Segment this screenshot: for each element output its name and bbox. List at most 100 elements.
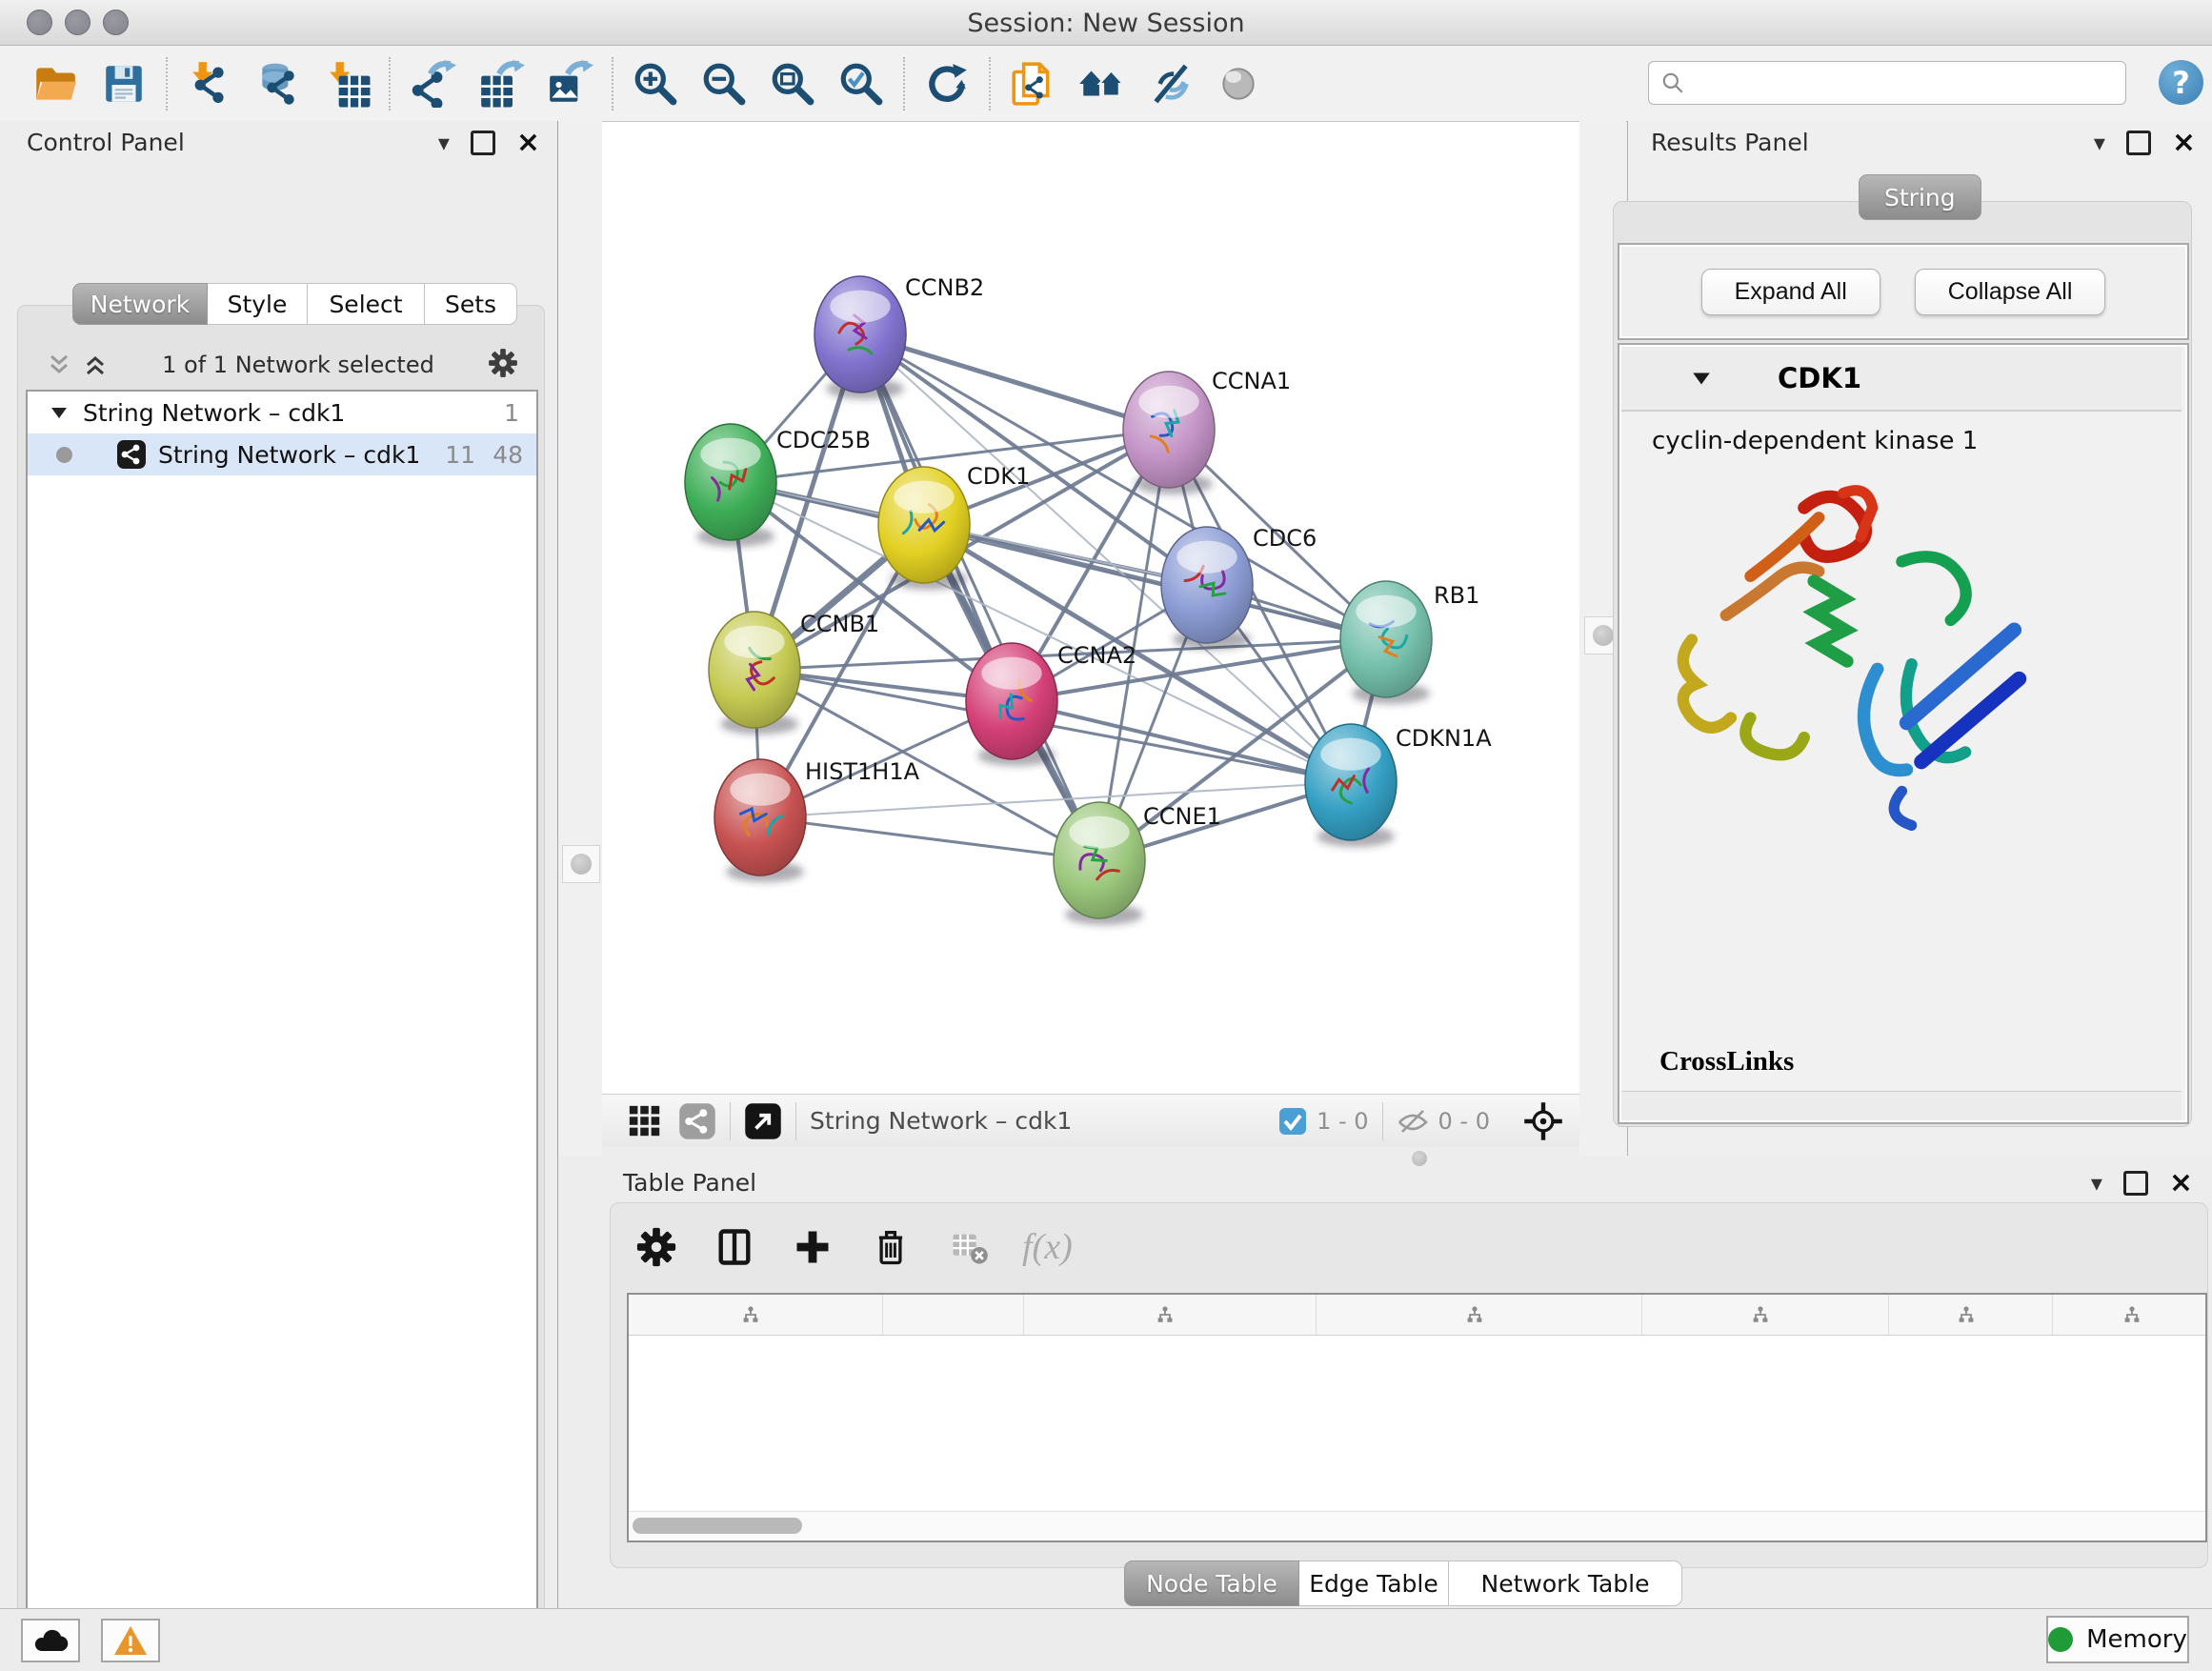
import-network-from-file-icon — [186, 60, 233, 108]
refresh-layout-button[interactable] — [913, 53, 981, 114]
zoom-in-button[interactable] — [621, 53, 690, 114]
table-horizontal-scrollbar[interactable] — [629, 1511, 2205, 1540]
scrollbar-thumb[interactable] — [633, 1518, 802, 1534]
export-image-button[interactable] — [535, 53, 604, 114]
export-table-button[interactable] — [467, 53, 535, 114]
control-panel-menu-icon[interactable]: ▾ — [438, 131, 450, 154]
selected-nodes-checkbox-icon[interactable] — [1278, 1107, 1307, 1136]
table-options-gear-icon[interactable] — [632, 1222, 681, 1272]
section-expander-icon[interactable] — [1690, 367, 1713, 390]
help-button[interactable]: ? — [2159, 60, 2203, 105]
results-panel-close-icon[interactable]: × — [2172, 129, 2196, 157]
control-panel-float-icon[interactable] — [471, 131, 495, 155]
table-cell — [1639, 1336, 1884, 1376]
network-node-CCNB1[interactable]: CCNB1 — [709, 611, 879, 735]
network-node-CCNB2[interactable]: CCNB2 — [814, 274, 984, 399]
column-header-name[interactable] — [883, 1295, 1024, 1335]
show-columns-icon[interactable] — [710, 1222, 759, 1272]
import-network-from-database-button[interactable] — [244, 53, 312, 114]
results-panel-float-icon[interactable] — [2126, 131, 2151, 155]
network-edge[interactable] — [760, 782, 1351, 817]
cloud-button[interactable] — [21, 1619, 80, 1662]
delete-column-trash-icon[interactable] — [866, 1222, 915, 1272]
table-panel-close-icon[interactable]: × — [2169, 1169, 2193, 1198]
table-panel-menu-icon[interactable]: ▾ — [2091, 1172, 2102, 1195]
hide-graphics-details-button[interactable] — [1136, 53, 1204, 114]
expand-all-networks-icon[interactable] — [81, 351, 110, 379]
column-header-id[interactable] — [1889, 1295, 2053, 1335]
share-view-icon[interactable] — [678, 1102, 716, 1140]
grid-view-icon[interactable] — [627, 1103, 663, 1139]
node-table[interactable] — [627, 1293, 2207, 1542]
network-node-CDK1[interactable]: CDK1 — [878, 463, 1030, 590]
network-node-CDKN1A[interactable]: CDKN1A — [1305, 724, 1492, 847]
network-node-CCNA2[interactable]: CCNA2 — [966, 642, 1136, 766]
collapse-all-button[interactable]: Collapse All — [1915, 269, 2106, 315]
column-type-icon — [741, 1305, 760, 1324]
result-section-header[interactable]: CDK1 — [1621, 347, 2182, 412]
network-edge[interactable] — [760, 817, 1099, 860]
network-collection-row[interactable]: String Network – cdk1 1 — [28, 392, 536, 433]
hide-graphics-details-icon — [1146, 60, 1194, 108]
import-network-from-file-button[interactable] — [175, 53, 244, 114]
network-options-gear-icon[interactable] — [487, 347, 519, 383]
column-header-description[interactable] — [1642, 1295, 1889, 1335]
column-header-namespace[interactable] — [2053, 1295, 2207, 1335]
network-graph[interactable]: CCNB2 CCNA1 CDC25B CDK1 CDC6 RB1 — [602, 122, 1579, 1095]
zoom-selected-region-button[interactable] — [827, 53, 895, 114]
network-type-icon — [116, 439, 147, 470]
clone-network-button[interactable] — [998, 53, 1067, 114]
results-panel-menu-icon[interactable]: ▾ — [2094, 131, 2105, 154]
save-session-button[interactable] — [90, 53, 158, 114]
tree-expander-icon[interactable] — [49, 402, 70, 423]
network-node-count: 11 — [445, 441, 475, 469]
network-node-CDC25B[interactable]: CDC25B — [685, 424, 871, 547]
column-header-databaseidentifier[interactable] — [1317, 1295, 1642, 1335]
bottom-splitter-handle[interactable] — [1407, 1148, 1432, 1169]
network-node-CCNE1[interactable]: CCNE1 — [1054, 802, 1221, 925]
create-column-icon[interactable] — [788, 1222, 837, 1272]
open-session-button[interactable] — [21, 53, 90, 114]
warning-button[interactable] — [101, 1619, 160, 1662]
control-panel-close-icon[interactable]: × — [516, 129, 540, 157]
title-bar: Session: New Session — [0, 0, 2212, 46]
results-list: CDK1 cyclin-dependent kinase 1 — [1618, 343, 2189, 1124]
tab-style[interactable]: Style — [208, 283, 308, 325]
network-node-RB1[interactable]: RB1 — [1340, 581, 1479, 704]
zoom-fit-content-button[interactable] — [758, 53, 827, 114]
search-input[interactable] — [1685, 66, 2125, 100]
left-splitter[interactable] — [558, 121, 602, 1156]
export-table-icon — [477, 60, 525, 108]
zoom-out-button[interactable] — [690, 53, 758, 114]
memory-button[interactable]: Memory — [2046, 1616, 2189, 1663]
expand-all-button[interactable]: Expand All — [1701, 269, 1880, 315]
network-row-selected[interactable]: String Network – cdk1 11 48 — [28, 433, 536, 475]
tab-network-table[interactable]: Network Table — [1449, 1560, 1682, 1606]
node-label: CCNE1 — [1143, 803, 1221, 830]
network-edge[interactable] — [860, 334, 1169, 430]
tab-network[interactable]: Network — [72, 283, 208, 325]
level-of-detail-button[interactable] — [1204, 53, 1273, 114]
home-button[interactable] — [1067, 53, 1136, 114]
column-header-sharedname[interactable] — [629, 1295, 883, 1335]
export-network-button[interactable] — [398, 53, 467, 114]
detach-view-icon[interactable] — [744, 1102, 782, 1140]
tab-node-table[interactable]: Node Table — [1124, 1560, 1299, 1606]
birds-eye-target-icon[interactable] — [1522, 1100, 1564, 1142]
tab-sets[interactable]: Sets — [425, 283, 517, 325]
collapse-all-networks-icon[interactable] — [45, 351, 73, 379]
tab-select[interactable]: Select — [308, 283, 425, 325]
table-row[interactable] — [629, 1336, 2205, 1376]
toolbar-divider — [903, 57, 905, 111]
node-label: RB1 — [1434, 582, 1479, 609]
network-node-CCNA1[interactable]: CCNA1 — [1123, 368, 1291, 494]
table-cell — [2047, 1336, 2207, 1376]
import-table-from-file-button[interactable] — [312, 53, 381, 114]
network-node-HIST1H1A[interactable]: HIST1H1A — [714, 758, 920, 882]
results-tab-string[interactable]: String — [1859, 174, 1981, 220]
left-splitter-handle[interactable] — [562, 845, 600, 883]
table-panel-float-icon[interactable] — [2123, 1171, 2148, 1196]
network-canvas[interactable]: CCNB2 CCNA1 CDC25B CDK1 CDC6 RB1 — [602, 121, 1579, 1095]
tab-edge-table[interactable]: Edge Table — [1299, 1560, 1449, 1606]
column-header-canonicalname[interactable] — [1024, 1295, 1317, 1335]
